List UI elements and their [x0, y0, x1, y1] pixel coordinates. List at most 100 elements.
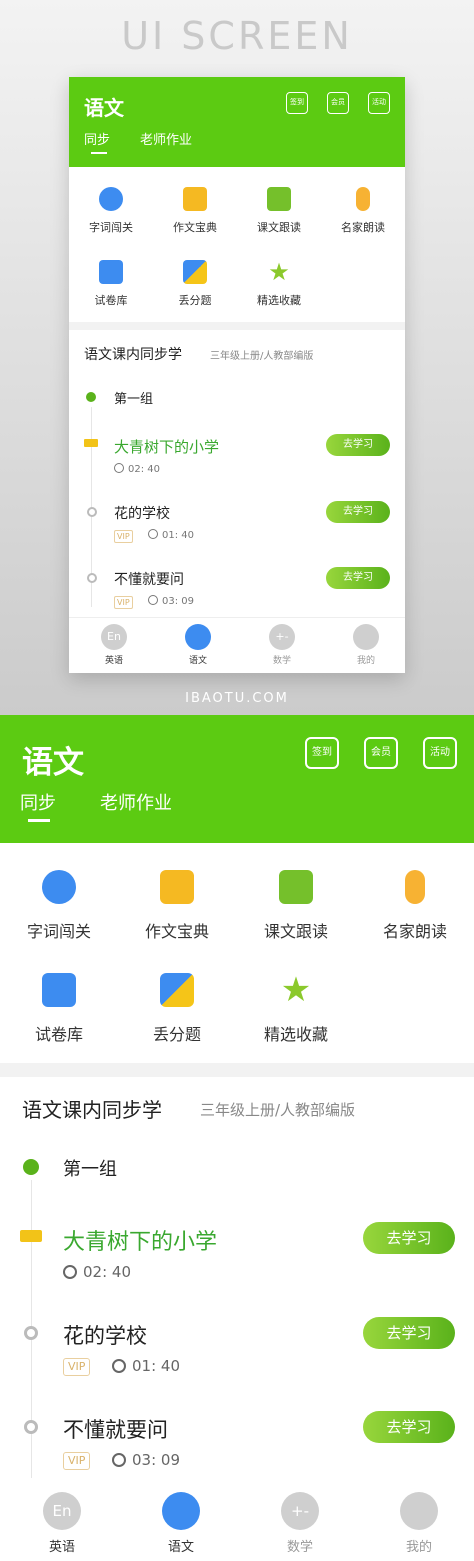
- grid-label: 课文跟读: [257, 221, 301, 234]
- brand-title: UI SCREEN: [121, 14, 353, 58]
- study-button[interactable]: 去学习: [363, 1222, 455, 1254]
- bottom-nav: En 英语 语文 +- 数学 我的: [69, 617, 405, 673]
- lesson-title[interactable]: 不懂就要问: [63, 1414, 168, 1444]
- profile-icon: [400, 1492, 438, 1530]
- grid-item-famous-reading[interactable]: 名家朗读: [323, 187, 403, 235]
- nav-english[interactable]: En 英语: [3, 1492, 121, 1555]
- study-button[interactable]: 去学习: [326, 501, 390, 523]
- section-subtitle[interactable]: 三年级上册/人教部编版: [210, 347, 313, 362]
- vip-badge: VIP: [114, 596, 133, 609]
- collapse-icon[interactable]: [23, 1159, 39, 1175]
- preview-area: UI SCREEN 语文 同步 老师作业 签到 会员 活动 字词闯关 作文宝典 …: [0, 0, 474, 715]
- grid-item-composition[interactable]: 作文宝典: [155, 187, 235, 235]
- study-button[interactable]: 去学习: [363, 1411, 455, 1443]
- section-title: 语文课内同步学: [84, 347, 182, 363]
- header: 语文 同步 老师作业 签到 会员 活动: [0, 715, 474, 843]
- grid-item-exam-bank[interactable]: 试卷库: [0, 973, 118, 1045]
- divider: [0, 1063, 474, 1077]
- grid-item-lost-points[interactable]: 丢分题: [155, 260, 235, 308]
- member-icon[interactable]: 会员: [364, 737, 398, 769]
- divider: [69, 322, 405, 330]
- nav-profile[interactable]: 我的: [360, 1492, 474, 1555]
- activity-icon[interactable]: 活动: [423, 737, 457, 769]
- grid-item-read-along[interactable]: 课文跟读: [237, 870, 355, 942]
- timeline-node: [87, 507, 97, 517]
- study-button[interactable]: 去学习: [363, 1317, 455, 1349]
- math-icon: +-: [281, 1492, 319, 1530]
- checkin-icon[interactable]: 签到: [286, 92, 308, 114]
- study-button[interactable]: 去学习: [326, 434, 390, 456]
- lesson-title[interactable]: 花的学校: [63, 1320, 147, 1350]
- grid-item-famous-reading[interactable]: 名家朗读: [356, 870, 474, 942]
- english-icon: En: [101, 624, 127, 650]
- tab-teacher-homework[interactable]: 老师作业: [140, 129, 192, 148]
- nav-chinese[interactable]: 语文: [156, 624, 240, 666]
- lesson-title[interactable]: 不懂就要问: [114, 569, 184, 589]
- lesson-duration: 03: 09: [148, 595, 194, 607]
- grid-label: 丢分题: [178, 294, 212, 307]
- star-icon: ★: [268, 258, 290, 286]
- nav-math[interactable]: +- 数学: [241, 1492, 359, 1555]
- tab-indicator: [28, 819, 50, 822]
- tab-teacher-homework[interactable]: 老师作业: [100, 789, 172, 815]
- grid-label: 试卷库: [94, 294, 128, 307]
- lesson-duration: 01: 40: [112, 1357, 180, 1375]
- open-book-icon: [279, 870, 313, 904]
- flag-icon: [84, 439, 98, 447]
- microphone-icon: [405, 870, 425, 904]
- grid-item-word-challenge[interactable]: 字词闯关: [0, 870, 118, 942]
- chinese-icon: [162, 1492, 200, 1530]
- clock-icon: [112, 1359, 126, 1373]
- clock-icon: [63, 1265, 77, 1279]
- checkin-icon[interactable]: 签到: [305, 737, 339, 769]
- vip-badge: VIP: [114, 530, 133, 543]
- trophy-icon: [99, 187, 123, 211]
- nav-profile[interactable]: 我的: [324, 624, 405, 666]
- header: 语文 同步 老师作业 签到 会员 活动: [69, 77, 405, 167]
- lesson-title[interactable]: 大青树下的小学: [114, 436, 219, 457]
- grid-label: 名家朗读: [341, 221, 385, 234]
- grid-item-composition[interactable]: 作文宝典: [118, 870, 236, 942]
- grid-label: 作文宝典: [173, 221, 217, 234]
- mistake-icon: [160, 973, 194, 1007]
- vip-badge: VIP: [63, 1452, 91, 1470]
- microphone-icon: [356, 187, 370, 211]
- grid-item-favorites[interactable]: ★ 精选收藏: [239, 260, 319, 308]
- lesson-duration: 01: 40: [148, 529, 194, 541]
- clock-icon: [148, 595, 158, 605]
- open-book-icon: [267, 187, 291, 211]
- nav-chinese[interactable]: 语文: [122, 1492, 240, 1555]
- profile-icon: [353, 624, 379, 650]
- timeline-node: [87, 573, 97, 583]
- chinese-icon: [185, 624, 211, 650]
- lesson-title[interactable]: 大青树下的小学: [63, 1224, 217, 1256]
- star-icon: ★: [280, 970, 312, 1010]
- timeline-node: [24, 1420, 38, 1434]
- lesson-title[interactable]: 花的学校: [114, 503, 170, 523]
- clock-icon: [148, 529, 158, 539]
- grid-item-lost-points[interactable]: 丢分题: [118, 973, 236, 1045]
- section-subtitle[interactable]: 三年级上册/人教部编版: [200, 1099, 355, 1120]
- exam-paper-icon: [42, 973, 76, 1007]
- activity-icon[interactable]: 活动: [368, 92, 390, 114]
- group-title: 第一组: [63, 1159, 117, 1180]
- grid-item-read-along[interactable]: 课文跟读: [239, 187, 319, 235]
- grid-item-exam-bank[interactable]: 试卷库: [71, 260, 151, 308]
- tab-sync[interactable]: 同步: [84, 129, 110, 148]
- flag-icon: [20, 1230, 42, 1242]
- collapse-icon[interactable]: [86, 392, 96, 402]
- book-box-icon: [183, 187, 207, 211]
- clock-icon: [114, 463, 124, 473]
- exam-paper-icon: [99, 260, 123, 284]
- phone-mockup: 语文 同步 老师作业 签到 会员 活动 字词闯关 作文宝典 课文跟读 名家朗读 …: [69, 77, 405, 673]
- nav-math[interactable]: +- 数学: [240, 624, 324, 666]
- trophy-icon: [42, 870, 76, 904]
- grid-item-word-challenge[interactable]: 字词闯关: [71, 187, 151, 235]
- study-button[interactable]: 去学习: [326, 567, 390, 589]
- page-title: 语文: [22, 745, 84, 781]
- timeline-node: [24, 1326, 38, 1340]
- member-icon[interactable]: 会员: [327, 92, 349, 114]
- nav-english[interactable]: En 英语: [72, 624, 156, 666]
- tab-sync[interactable]: 同步: [20, 789, 56, 815]
- grid-item-favorites[interactable]: ★ 精选收藏: [237, 973, 355, 1045]
